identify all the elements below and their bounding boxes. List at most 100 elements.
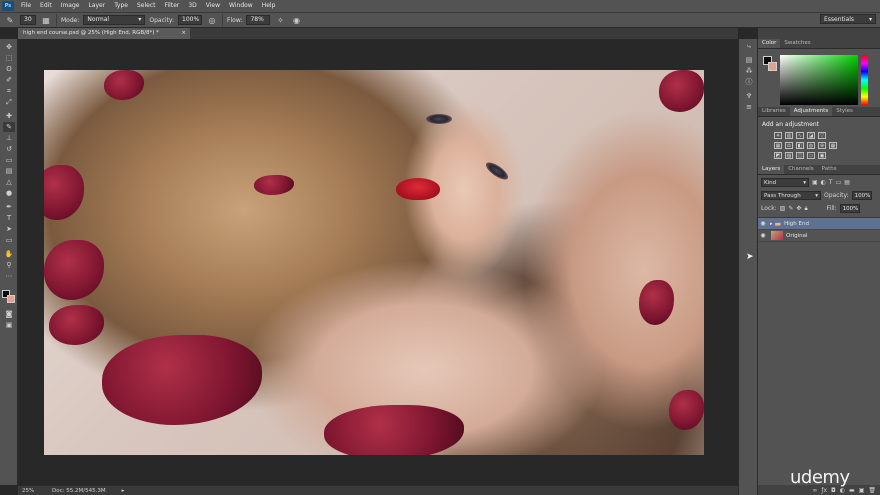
lock-image-icon[interactable]: ✎ [788,205,793,212]
tab-libraries[interactable]: Libraries [758,107,790,116]
flow-field[interactable]: 78% [246,15,271,25]
mode-select[interactable]: Normal ▾ [83,15,146,25]
crop-tool-icon[interactable]: ⌗ [3,86,15,96]
edit-toolbar-icon[interactable]: ⋯ [3,271,15,281]
filter-shape-icon[interactable]: ▭ [836,179,842,186]
quick-select-tool-icon[interactable]: ✐ [3,75,15,85]
color-balance-icon[interactable]: ⚖ [785,142,793,149]
color-spectrum[interactable] [780,55,858,105]
zoom-tool-icon[interactable]: ⚲ [3,260,15,270]
eraser-tool-icon[interactable]: ▭ [3,155,15,165]
close-icon[interactable]: × [181,28,186,39]
history-panel-icon[interactable]: ⤷ [743,41,755,51]
invert-icon[interactable]: ◩ [774,152,782,159]
layer-fill-field[interactable]: 100% [839,204,860,213]
tab-channels[interactable]: Channels [784,165,817,174]
move-tool-icon[interactable]: ✥ [3,42,15,52]
brush-tool-preset-icon[interactable]: ✎ [4,15,16,26]
pen-tool-icon[interactable]: ✒ [3,202,15,212]
brush-presets-panel-icon[interactable]: ⁂ [743,66,755,76]
tab-swatches[interactable]: Swatches [780,39,814,48]
screen-mode-icon[interactable]: ▣ [3,320,15,330]
actions-panel-icon[interactable]: ♆ [743,91,755,101]
curves-icon[interactable]: ∿ [796,132,804,139]
channel-mixer-icon[interactable]: ⊕ [818,142,826,149]
blend-mode-select[interactable]: Pass Through ▾ [761,191,821,200]
paragraph-panel-icon[interactable]: ≡ [743,102,755,112]
new-layer-icon[interactable]: ▣ [859,487,865,494]
background-color-chip[interactable] [768,62,777,71]
brush-panel-toggle-icon[interactable]: ▦ [40,15,52,26]
exposure-icon[interactable]: ◪ [807,132,815,139]
color-lookup-icon[interactable]: ▦ [829,142,837,149]
layer-row-high-end[interactable]: ◉ ▸ ▬ High End [758,218,880,230]
document-tab[interactable]: high end course.psd @ 25% (High End, RGB… [18,28,190,39]
marquee-tool-icon[interactable]: ⬚ [3,53,15,63]
menu-type[interactable]: Type [110,0,133,12]
clone-stamp-tool-icon[interactable]: ⊥ [3,133,15,143]
black-white-icon[interactable]: ◧ [796,142,804,149]
selective-color-icon[interactable]: ▣ [818,152,826,159]
brush-size-field[interactable]: 30 [20,15,36,25]
menu-3d[interactable]: 3D [184,0,201,12]
menu-filter[interactable]: Filter [161,0,185,12]
menu-layer[interactable]: Layer [84,0,110,12]
gradient-map-icon[interactable]: ▭ [807,152,815,159]
hue-saturation-icon[interactable]: ▦ [774,142,782,149]
menu-edit[interactable]: Edit [36,0,57,12]
photo-filter-icon[interactable]: ◍ [807,142,815,149]
menu-select[interactable]: Select [133,0,161,12]
airbrush-icon[interactable]: ✧ [274,15,286,26]
layer-opacity-field[interactable]: 100% [851,191,872,200]
lock-position-icon[interactable]: ✥ [796,205,801,212]
brightness-contrast-icon[interactable]: ☀ [774,132,782,139]
workspace-switcher[interactable]: Essentials ▾ [820,14,876,24]
filter-smart-object-icon[interactable]: ▤ [844,179,850,186]
background-color-swatch[interactable] [7,295,15,303]
filter-adjustment-icon[interactable]: ◐ [821,179,826,186]
path-selection-tool-icon[interactable]: ➤ [3,224,15,234]
menu-help[interactable]: Help [258,0,281,12]
tab-adjustments[interactable]: Adjustments [789,107,833,116]
history-brush-tool-icon[interactable]: ↺ [3,144,15,154]
delete-layer-icon[interactable]: 🗑︎ [868,487,876,494]
lock-transparent-icon[interactable]: ▨ [780,205,786,212]
menu-file[interactable]: File [17,0,36,12]
tab-color[interactable]: Color [758,39,781,48]
gradient-tool-icon[interactable]: ▤ [3,166,15,176]
levels-icon[interactable]: ▥ [785,132,793,139]
tab-layers[interactable]: Layers [758,165,785,174]
menu-window[interactable]: Window [225,0,258,12]
filter-type-icon[interactable]: T [829,179,833,186]
tab-paths[interactable]: Paths [818,165,841,174]
info-panel-icon[interactable]: ⓘ [743,77,755,87]
hue-slider[interactable] [861,55,868,105]
blur-tool-icon[interactable]: △ [3,177,15,187]
expand-arrow-icon[interactable]: ▸ [770,221,773,227]
status-menu-arrow-icon[interactable]: ▸ [106,488,125,494]
menu-image[interactable]: Image [57,0,85,12]
layer-kind-filter[interactable]: Kind ▾ [761,178,809,187]
threshold-icon[interactable]: ◫ [796,152,804,159]
lasso-tool-icon[interactable]: ʘ [3,64,15,74]
zoom-level[interactable]: 25% [18,488,40,494]
pressure-size-icon[interactable]: ◉ [290,15,302,26]
eyedropper-tool-icon[interactable]: ⤢ [3,97,15,107]
type-tool-icon[interactable]: T [3,213,15,223]
brush-tool-icon[interactable]: ✎ [3,122,15,132]
shape-tool-icon[interactable]: ▭ [3,235,15,245]
document-canvas[interactable] [44,70,704,455]
pressure-opacity-icon[interactable]: ◎ [206,15,218,26]
tab-styles[interactable]: Styles [832,107,857,116]
dodge-tool-icon[interactable]: ● [3,188,15,198]
vibrance-icon[interactable]: ▽ [818,132,826,139]
healing-brush-tool-icon[interactable]: ✚ [3,111,15,121]
hand-tool-icon[interactable]: ✋ [3,249,15,259]
quick-mask-icon[interactable]: ◙ [3,309,15,319]
filter-pixel-icon[interactable]: ▣ [812,179,818,186]
menu-view[interactable]: View [202,0,225,12]
visibility-eye-icon[interactable]: ◉ [758,220,768,227]
layer-row-original[interactable]: ◉ Original [758,230,880,242]
posterize-icon[interactable]: ▨ [785,152,793,159]
lock-all-icon[interactable]: 🔒︎ [804,205,807,213]
